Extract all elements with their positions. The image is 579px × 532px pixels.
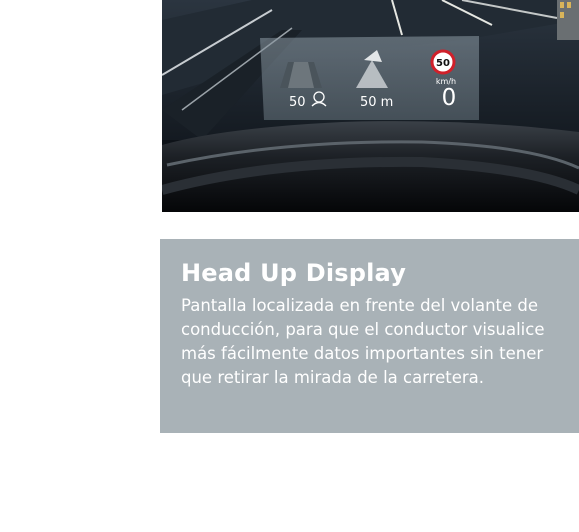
acc-speed: 50 xyxy=(289,95,306,110)
head-up-display-photo: 50 km/h 0 50 50 m xyxy=(162,0,579,212)
distance-to-turn: 50 m xyxy=(360,95,393,110)
current-speed: 0 xyxy=(442,85,457,111)
feature-description: Pantalla localizada en frente del volant… xyxy=(181,296,545,387)
feature-title: Head Up Display xyxy=(181,259,407,287)
speed-limit-value: 50 xyxy=(436,58,450,69)
feature-card: Head Up Display Pantalla localizada en f… xyxy=(160,239,579,433)
hero-image: 50 km/h 0 50 50 m xyxy=(162,0,579,212)
